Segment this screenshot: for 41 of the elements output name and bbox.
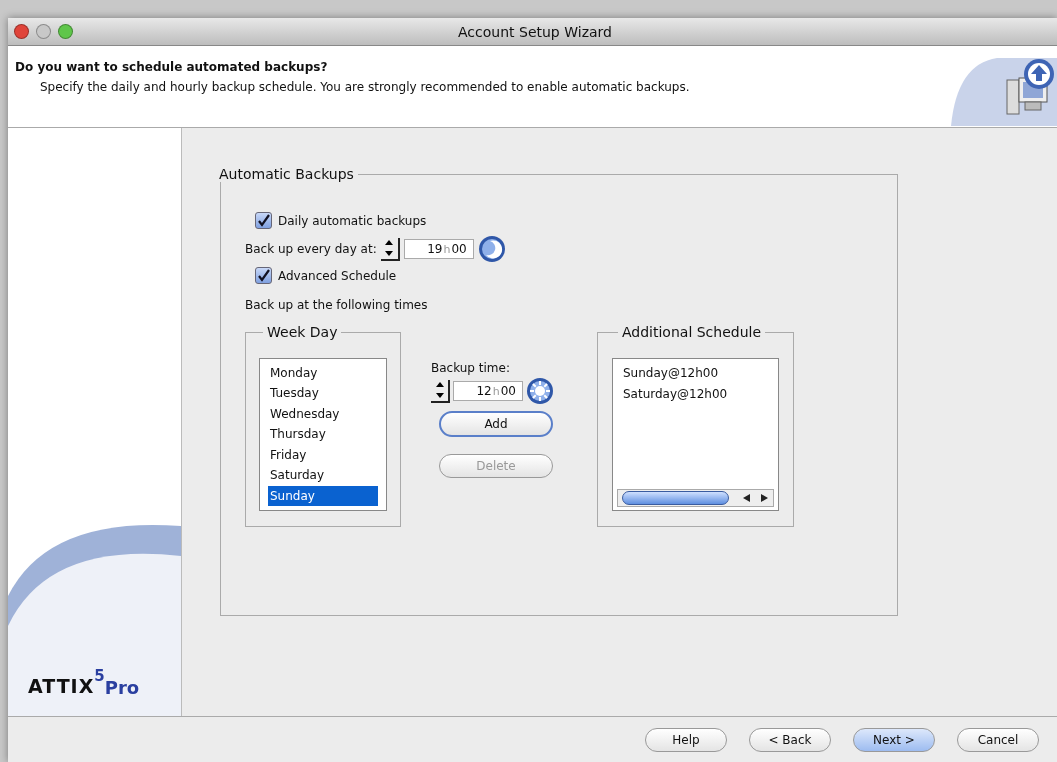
time-label: Back up every day at:	[245, 242, 377, 256]
list-item[interactable]: Saturday	[268, 465, 378, 486]
footer-button[interactable]: Cancel	[957, 727, 1039, 752]
left-arrow-icon[interactable]	[743, 494, 750, 502]
time-field[interactable]: 12h00	[453, 381, 523, 401]
spinner[interactable]	[431, 379, 450, 403]
logo-edition: Pro	[104, 677, 140, 698]
list-item[interactable]: Monday	[268, 363, 378, 384]
footer-button[interactable]: < Back	[749, 727, 831, 752]
right-arrow-icon[interactable]	[761, 494, 768, 502]
list-item[interactable]: Tuesday	[268, 383, 378, 404]
logo-version: 5	[94, 667, 105, 685]
weekday-title: Week Day	[266, 324, 339, 340]
zoom-button[interactable]	[58, 24, 73, 39]
checkbox-label: Advanced Schedule	[278, 268, 397, 283]
footer-button[interactable]: Next >	[853, 727, 935, 752]
footer-button[interactable]: Help	[645, 727, 727, 752]
list-item[interactable]: Saturday@12h00	[621, 383, 770, 404]
spinner[interactable]	[380, 237, 400, 261]
sun-icon[interactable]	[526, 377, 554, 405]
checkbox-label: Daily automatic backups	[278, 213, 427, 228]
checkbox[interactable]	[255, 212, 272, 229]
list-item[interactable]: Thursday	[268, 424, 378, 445]
section-label: Back up at the following times	[245, 298, 428, 312]
header-title: Do you want to schedule automated backups?	[15, 60, 329, 74]
header-subtitle: Specify the daily and hourly backup schedule. You are strongly recommended to enable automatic backups.	[40, 80, 690, 94]
list-item[interactable]: Sunday	[268, 485, 378, 506]
action-button[interactable]: Add	[439, 411, 553, 437]
schedule-title: Additional Schedule	[621, 324, 763, 340]
group-title: Automatic Backups	[218, 166, 355, 182]
list-item[interactable]: Sunday@12h00	[621, 363, 770, 384]
close-button[interactable]	[14, 24, 29, 39]
moon-icon[interactable]	[477, 235, 506, 263]
horizontal-scrollbar[interactable]	[617, 489, 774, 507]
time-field[interactable]: 19h00	[403, 239, 474, 259]
time-label: Backup time:	[431, 361, 510, 375]
logo-name: ATTIX	[28, 675, 95, 697]
checkbox[interactable]	[255, 267, 272, 284]
list-item[interactable]: Wednesday	[268, 403, 378, 425]
list-item[interactable]: Friday	[268, 444, 378, 466]
window-title: Account Setup Wizard	[457, 23, 613, 40]
